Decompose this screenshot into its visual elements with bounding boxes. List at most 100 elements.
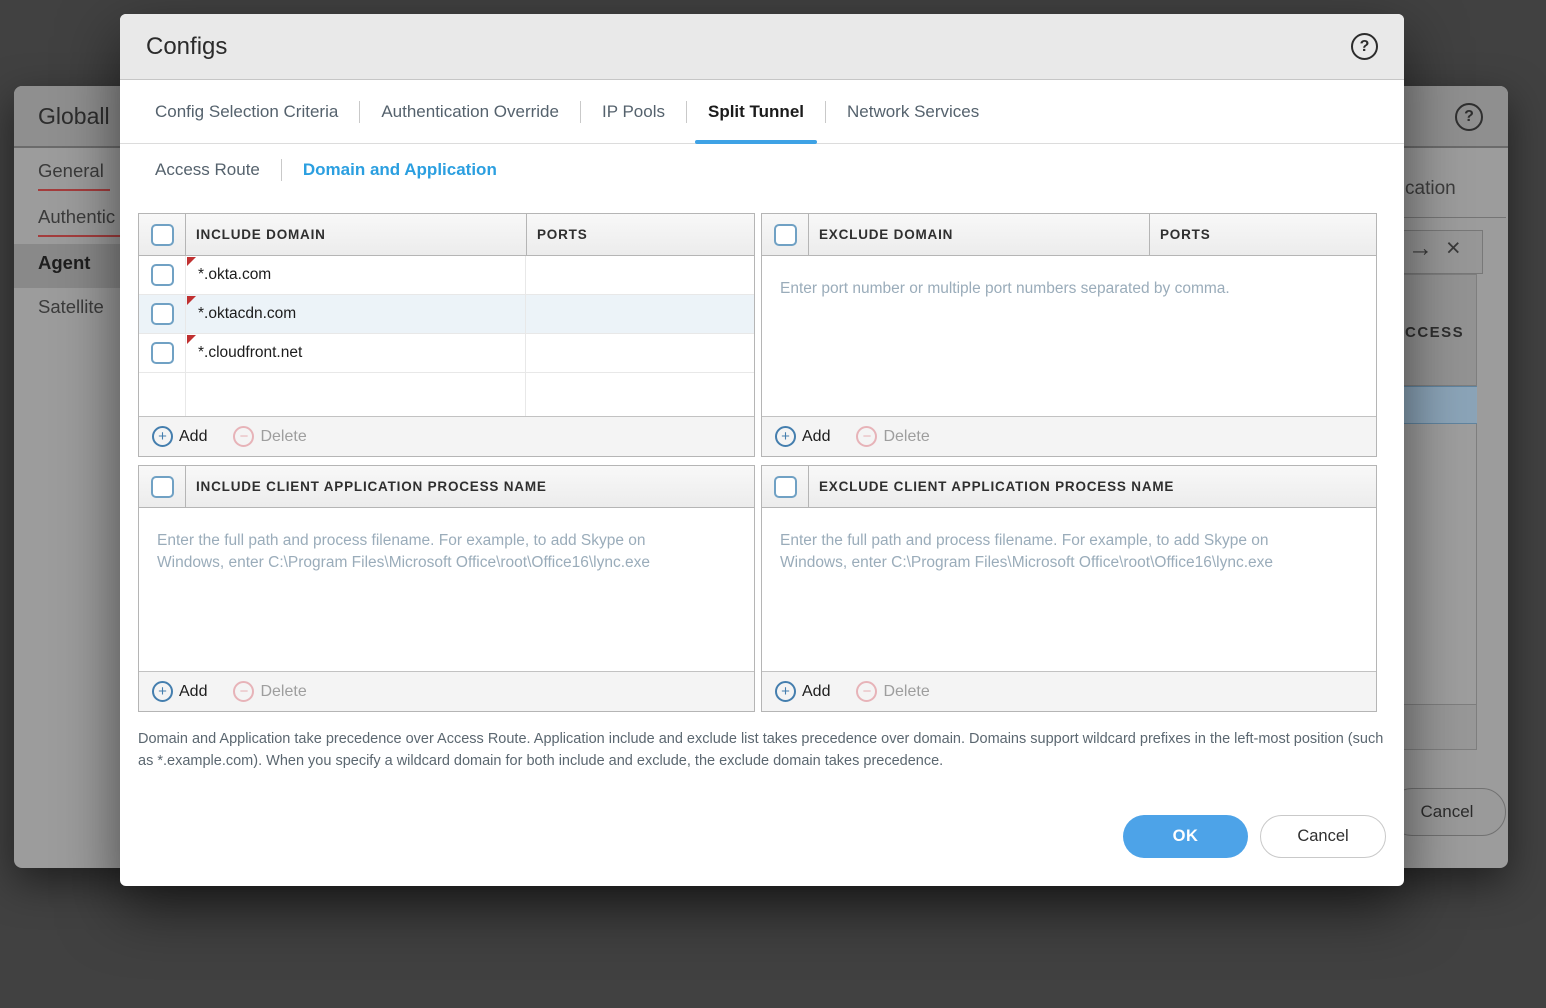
row-checkbox[interactable] <box>151 303 174 325</box>
minus-circle-icon: − <box>233 681 254 702</box>
ports-cell[interactable] <box>526 256 754 294</box>
add-button[interactable]: + Add <box>775 426 830 447</box>
tab-ip-pools[interactable]: IP Pools <box>602 80 665 143</box>
screen: Globall ? General Authentic Agent Satell… <box>0 0 1546 1008</box>
domain-cell: *.oktacdn.com <box>198 305 296 323</box>
plus-circle-icon: + <box>152 681 173 702</box>
domain-cell: *.cloudfront.net <box>198 344 302 362</box>
delete-label: Delete <box>883 428 929 446</box>
row-checkbox[interactable] <box>151 342 174 364</box>
configs-dialog-header: Configs ? <box>120 14 1404 80</box>
subtab-bar: Access Route Domain and Application <box>120 144 1404 196</box>
close-icon[interactable]: × <box>1446 234 1461 263</box>
ok-label: OK <box>1173 827 1199 846</box>
edited-flag-icon <box>187 296 196 305</box>
include-app-panel: INCLUDE CLIENT APPLICATION PROCESS NAME … <box>138 465 755 712</box>
delete-label: Delete <box>260 428 306 446</box>
add-button[interactable]: + Add <box>152 681 207 702</box>
tab-authentication-override[interactable]: Authentication Override <box>381 80 559 143</box>
ports-cell[interactable] <box>526 334 754 372</box>
minus-circle-icon: − <box>856 426 877 447</box>
ports-cell[interactable] <box>526 295 754 333</box>
delete-label: Delete <box>260 683 306 701</box>
add-button[interactable]: + Add <box>152 426 207 447</box>
tab-bar: Config Selection Criteria Authentication… <box>120 80 1404 144</box>
divider <box>686 101 687 123</box>
tab-config-selection-criteria[interactable]: Config Selection Criteria <box>155 80 338 143</box>
help-icon[interactable]: ? <box>1351 33 1378 60</box>
include-domain-row[interactable]: *.cloudfront.net <box>139 334 754 373</box>
sidebar-item-general[interactable]: General <box>38 160 104 182</box>
include-domain-actions: + Add − Delete <box>139 416 754 456</box>
include-app-actions: + Add − Delete <box>139 671 754 711</box>
background-tab-fragment: cation <box>1405 178 1456 200</box>
column-header: INCLUDE CLIENT APPLICATION PROCESS NAME <box>186 466 754 507</box>
column-header: INCLUDE DOMAIN <box>186 214 526 255</box>
exclude-app-actions: + Add − Delete <box>762 671 1376 711</box>
tab-split-tunnel[interactable]: Split Tunnel <box>708 80 804 143</box>
delete-button[interactable]: − Delete <box>856 426 929 447</box>
exclude-app-panel: EXCLUDE CLIENT APPLICATION PROCESS NAME … <box>761 465 1377 712</box>
placeholder-text: Enter the full path and process filename… <box>157 530 669 574</box>
cancel-button[interactable]: Cancel <box>1260 815 1386 858</box>
exclude-domain-header: EXCLUDE DOMAIN PORTS <box>762 214 1376 256</box>
minus-circle-icon: − <box>233 426 254 447</box>
include-domain-header: INCLUDE DOMAIN PORTS <box>139 214 754 256</box>
edited-flag-icon <box>187 335 196 344</box>
divider <box>281 159 282 181</box>
domain-cell: *.okta.com <box>198 266 271 284</box>
plus-circle-icon: + <box>775 681 796 702</box>
split-tunnel-footnote: Domain and Application take precedence o… <box>138 728 1384 772</box>
select-all-checkbox[interactable] <box>151 476 174 498</box>
include-app-header: INCLUDE CLIENT APPLICATION PROCESS NAME <box>139 466 754 508</box>
exclude-app-header: EXCLUDE CLIENT APPLICATION PROCESS NAME <box>762 466 1376 508</box>
delete-button[interactable]: − Delete <box>856 681 929 702</box>
sidebar-item-agent[interactable]: Agent <box>38 252 90 274</box>
globalprotect-dialog-title: Globall <box>38 103 110 130</box>
sidebar-item-satellite[interactable]: Satellite <box>38 296 104 318</box>
add-button[interactable]: + Add <box>775 681 830 702</box>
column-header: EXCLUDE DOMAIN <box>809 214 1149 255</box>
add-label: Add <box>802 428 830 446</box>
divider <box>580 101 581 123</box>
delete-button[interactable]: − Delete <box>233 426 306 447</box>
error-underline <box>38 235 124 237</box>
divider <box>359 101 360 123</box>
edited-flag-icon <box>187 257 196 266</box>
include-app-body[interactable]: Enter the full path and process filename… <box>139 508 754 671</box>
sidebar-item-authentication[interactable]: Authentic <box>38 206 115 228</box>
select-all-checkbox[interactable] <box>151 224 174 246</box>
select-all-checkbox[interactable] <box>774 224 797 246</box>
column-header: PORTS <box>1149 214 1376 255</box>
subtab-access-route[interactable]: Access Route <box>155 160 260 180</box>
delete-label: Delete <box>883 683 929 701</box>
background-column-fragment: CCESS <box>1405 324 1464 341</box>
configs-dialog: Configs ? Config Selection Criteria Auth… <box>120 14 1404 886</box>
exclude-domain-panel: EXCLUDE DOMAIN PORTS Enter port number o… <box>761 213 1377 457</box>
empty-grid-area <box>139 373 754 416</box>
delete-button[interactable]: − Delete <box>233 681 306 702</box>
dialog-title: Configs <box>146 33 227 61</box>
ok-button[interactable]: OK <box>1123 815 1248 858</box>
cancel-label: Cancel <box>1297 827 1348 846</box>
add-label: Add <box>802 683 830 701</box>
include-domain-row[interactable]: *.okta.com <box>139 256 754 295</box>
minus-circle-icon: − <box>856 681 877 702</box>
select-all-checkbox[interactable] <box>774 476 797 498</box>
include-domain-panel: INCLUDE DOMAIN PORTS *.okta.com *.oktacd… <box>138 213 755 457</box>
subtab-domain-and-application[interactable]: Domain and Application <box>303 160 497 180</box>
placeholder-text: Enter port number or multiple port numbe… <box>780 278 1352 300</box>
tab-network-services[interactable]: Network Services <box>847 80 979 143</box>
background-cancel-button[interactable]: Cancel <box>1388 788 1506 836</box>
error-underline <box>38 189 110 191</box>
column-header: EXCLUDE CLIENT APPLICATION PROCESS NAME <box>809 466 1376 507</box>
include-domain-row[interactable]: *.oktacdn.com <box>139 295 754 334</box>
row-checkbox[interactable] <box>151 264 174 286</box>
plus-circle-icon: + <box>152 426 173 447</box>
help-icon[interactable]: ? <box>1455 103 1483 131</box>
exclude-domain-actions: + Add − Delete <box>762 416 1376 456</box>
arrow-right-icon[interactable]: → <box>1408 234 1433 263</box>
column-header: PORTS <box>526 214 754 255</box>
exclude-domain-body[interactable]: Enter port number or multiple port numbe… <box>762 256 1376 416</box>
exclude-app-body[interactable]: Enter the full path and process filename… <box>762 508 1376 671</box>
